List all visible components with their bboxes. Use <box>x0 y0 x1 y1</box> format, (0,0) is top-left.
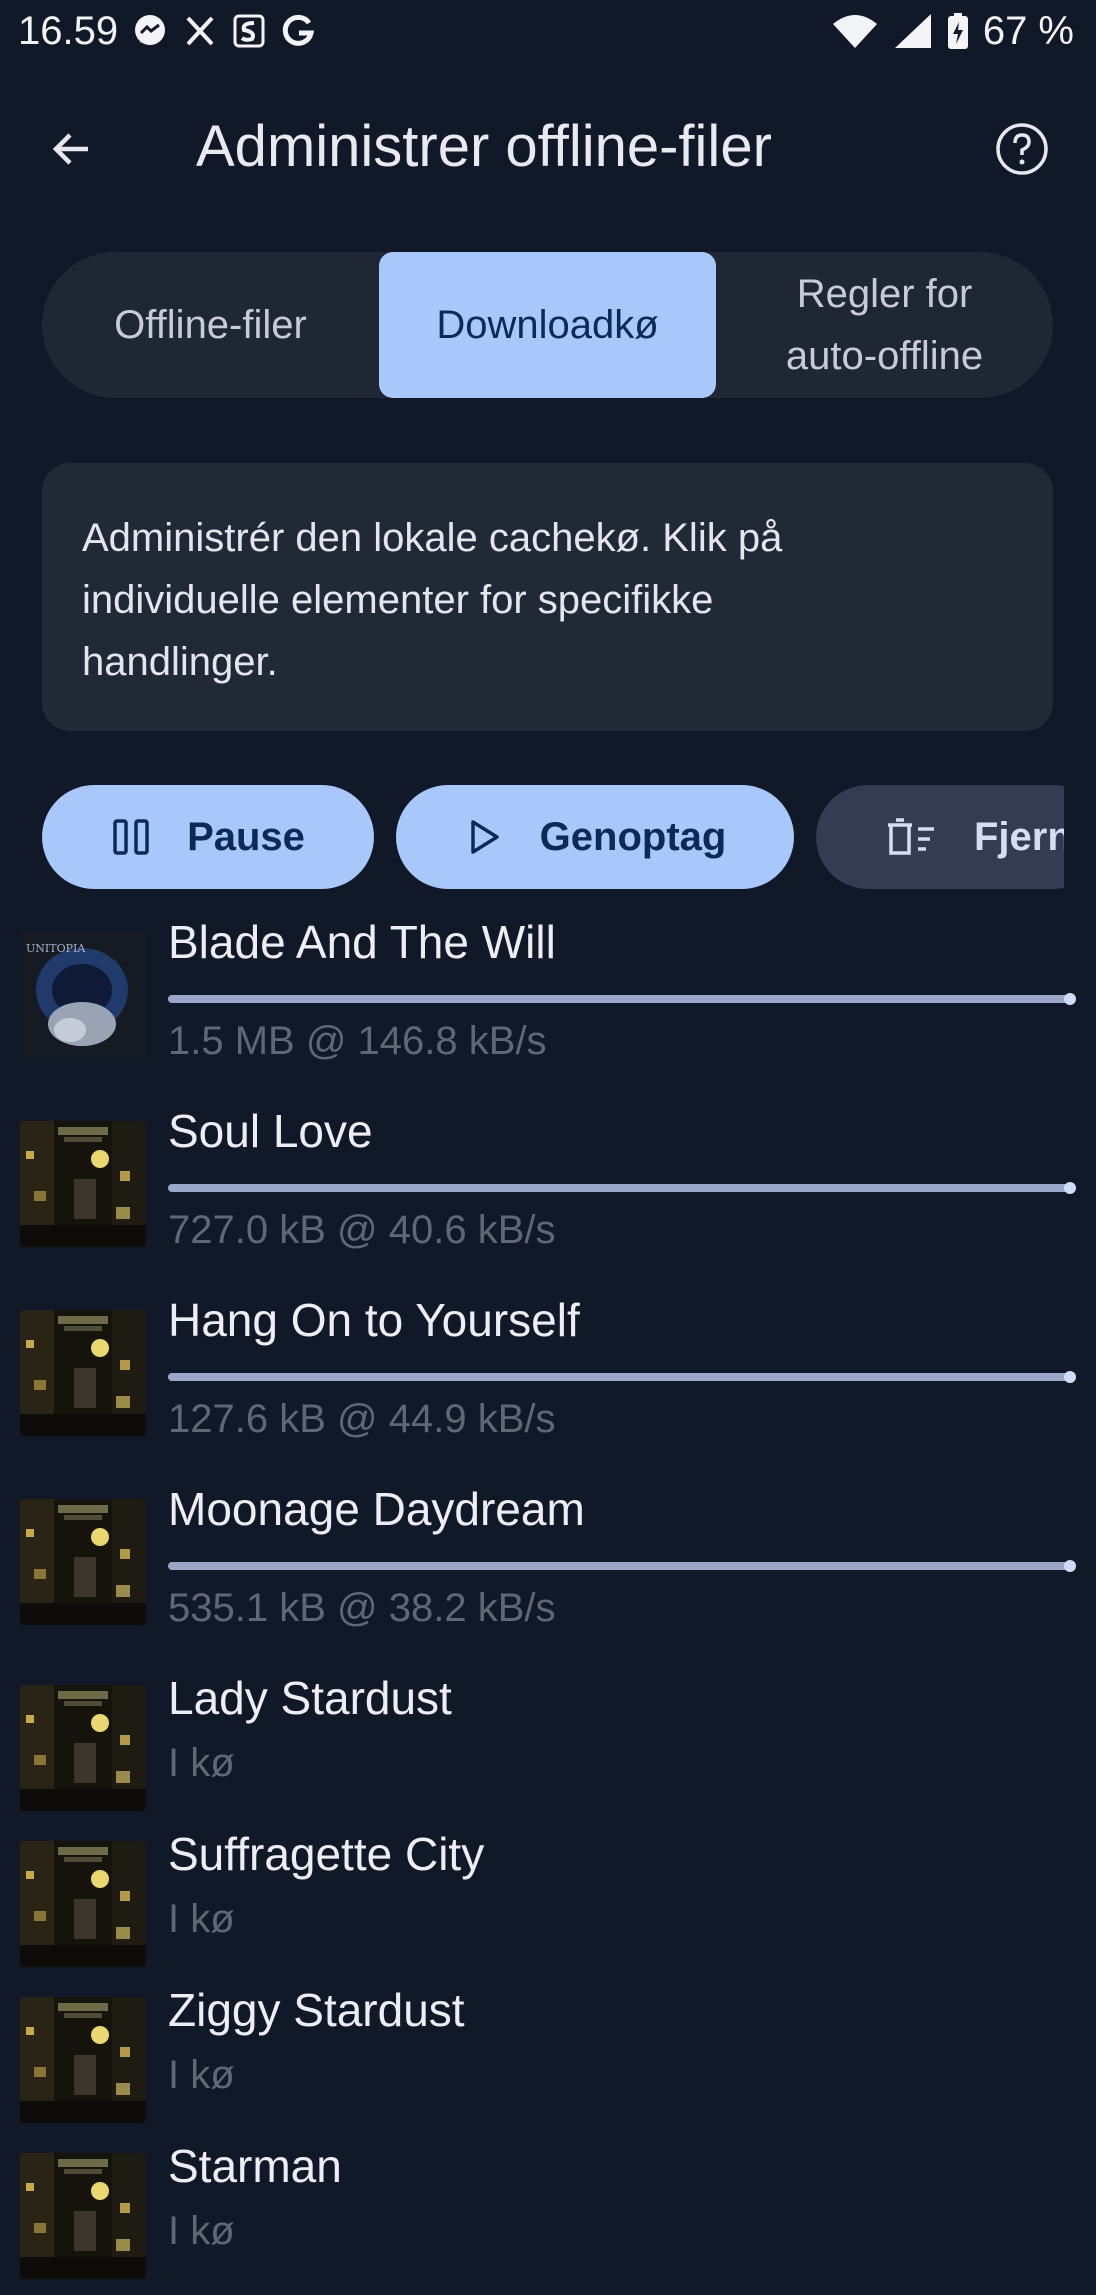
google-icon <box>280 13 316 49</box>
progress-end-dot <box>1064 993 1076 1005</box>
pause-button[interactable]: Pause <box>42 785 374 889</box>
track-queue-status: I kø <box>168 2209 235 2253</box>
album-cover <box>20 1685 146 1811</box>
help-button[interactable] <box>990 117 1054 181</box>
track-title: Suffragette City <box>168 1828 485 1880</box>
track-transfer-status: 535.1 kB @ 38.2 kB/s <box>168 1586 556 1630</box>
svg-text:UNITOPIA: UNITOPIA <box>26 942 86 955</box>
info-text-line1: Administrér den lokale cachekø. Klik på <box>82 516 783 560</box>
track-transfer-status: 127.6 kB @ 44.9 kB/s <box>168 1397 556 1441</box>
download-progress-bar <box>168 1182 1076 1194</box>
track-title: Soul Love <box>168 1105 373 1157</box>
track-title: Ziggy Stardust <box>168 1984 465 2036</box>
pause-label: Pause <box>187 814 305 859</box>
info-card: Administrér den lokale cachekø. Klik på … <box>42 463 1053 731</box>
progress-end-dot <box>1064 1560 1076 1572</box>
tab-offline-files[interactable]: Offline-filer <box>42 252 379 398</box>
progress-end-dot <box>1064 1371 1076 1383</box>
download-progress-bar <box>168 1371 1076 1383</box>
remove-button[interactable]: Fjern <box>816 785 1064 889</box>
track-row[interactable]: Hang On to Yourself 127.6 kB @ 44.9 kB/s <box>0 1293 1096 1482</box>
page-title: Administrer offline-filer <box>196 114 772 179</box>
track-row[interactable]: Suffragette City I kø <box>0 1827 1096 1983</box>
track-title: Hang On to Yourself <box>168 1294 580 1346</box>
status-left: 16.59 <box>18 9 316 54</box>
progress-fill <box>168 995 1074 1003</box>
status-bar: 16.59 67 % <box>0 0 1096 62</box>
info-text-line2: individuelle elementer for specifikke <box>82 578 714 622</box>
track-row[interactable]: Starman I kø <box>0 2139 1096 2295</box>
tab-bar: Offline-filer Downloadkø Regler for auto… <box>42 252 1053 398</box>
status-right: 67 % <box>831 9 1074 54</box>
track-title: Lady Stardust <box>168 1672 452 1724</box>
track-title: Blade And The Will <box>168 916 556 968</box>
tab-auto-offline-rules[interactable]: Regler for auto-offline <box>716 252 1053 398</box>
x-icon <box>182 13 218 49</box>
tab-download-queue[interactable]: Downloadkø <box>379 252 716 398</box>
album-cover: UNITOPIA <box>20 932 146 1058</box>
album-cover <box>20 2153 146 2279</box>
battery-percent: 67 % <box>982 8 1074 53</box>
download-progress-bar <box>168 993 1076 1005</box>
progress-end-dot <box>1064 1182 1076 1194</box>
album-cover <box>20 1121 146 1247</box>
progress-fill <box>168 1184 1074 1192</box>
arrow-left-icon <box>52 133 88 165</box>
track-row[interactable]: Soul Love 727.0 kB @ 40.6 kB/s <box>0 1104 1096 1293</box>
battery-icon <box>947 12 969 50</box>
back-button[interactable] <box>40 117 104 181</box>
info-text-line3: handlinger. <box>82 640 278 684</box>
pause-icon <box>113 819 149 855</box>
action-row: Pause Genoptag Fjern <box>0 785 1064 891</box>
wifi-icon <box>831 12 879 50</box>
album-cover <box>20 1310 146 1436</box>
delete-sweep-icon <box>888 818 934 855</box>
track-queue-status: I kø <box>168 2053 235 2097</box>
resume-label: Genoptag <box>539 814 727 859</box>
tab-label: Downloadkø <box>436 303 659 347</box>
help-icon <box>996 123 1048 175</box>
track-title: Starman <box>168 2140 342 2192</box>
download-progress-bar <box>168 1560 1076 1572</box>
tab-label: Offline-filer <box>114 303 307 347</box>
progress-fill <box>168 1373 1074 1381</box>
signal-icon <box>893 12 933 50</box>
track-row[interactable]: Moonage Daydream 535.1 kB @ 38.2 kB/s <box>0 1482 1096 1671</box>
status-time: 16.59 <box>18 8 119 53</box>
resume-button[interactable]: Genoptag <box>396 785 794 889</box>
remove-label: Fjern <box>974 814 1064 859</box>
album-cover <box>20 1841 146 1967</box>
play-icon <box>470 820 499 854</box>
shazam-icon <box>232 13 266 49</box>
track-title: Moonage Daydream <box>168 1483 585 1535</box>
progress-fill <box>168 1562 1074 1570</box>
track-queue-status: I kø <box>168 1741 235 1785</box>
track-row[interactable]: UNITOPIA Blade And The Will 1.5 MB @ 146.… <box>0 915 1096 1104</box>
track-queue-status: I kø <box>168 1897 235 1941</box>
tab-label-line1: Regler for <box>796 272 973 316</box>
track-row[interactable]: Lady Stardust I kø <box>0 1671 1096 1827</box>
track-transfer-status: 1.5 MB @ 146.8 kB/s <box>168 1019 547 1063</box>
album-cover <box>20 1499 146 1625</box>
app-bar: Administrer offline-filer <box>0 95 1096 201</box>
tab-label-line2: auto-offline <box>785 334 984 378</box>
messenger-icon <box>132 13 168 49</box>
track-row[interactable]: Ziggy Stardust I kø <box>0 1983 1096 2139</box>
track-transfer-status: 727.0 kB @ 40.6 kB/s <box>168 1208 556 1252</box>
album-cover <box>20 1997 146 2123</box>
